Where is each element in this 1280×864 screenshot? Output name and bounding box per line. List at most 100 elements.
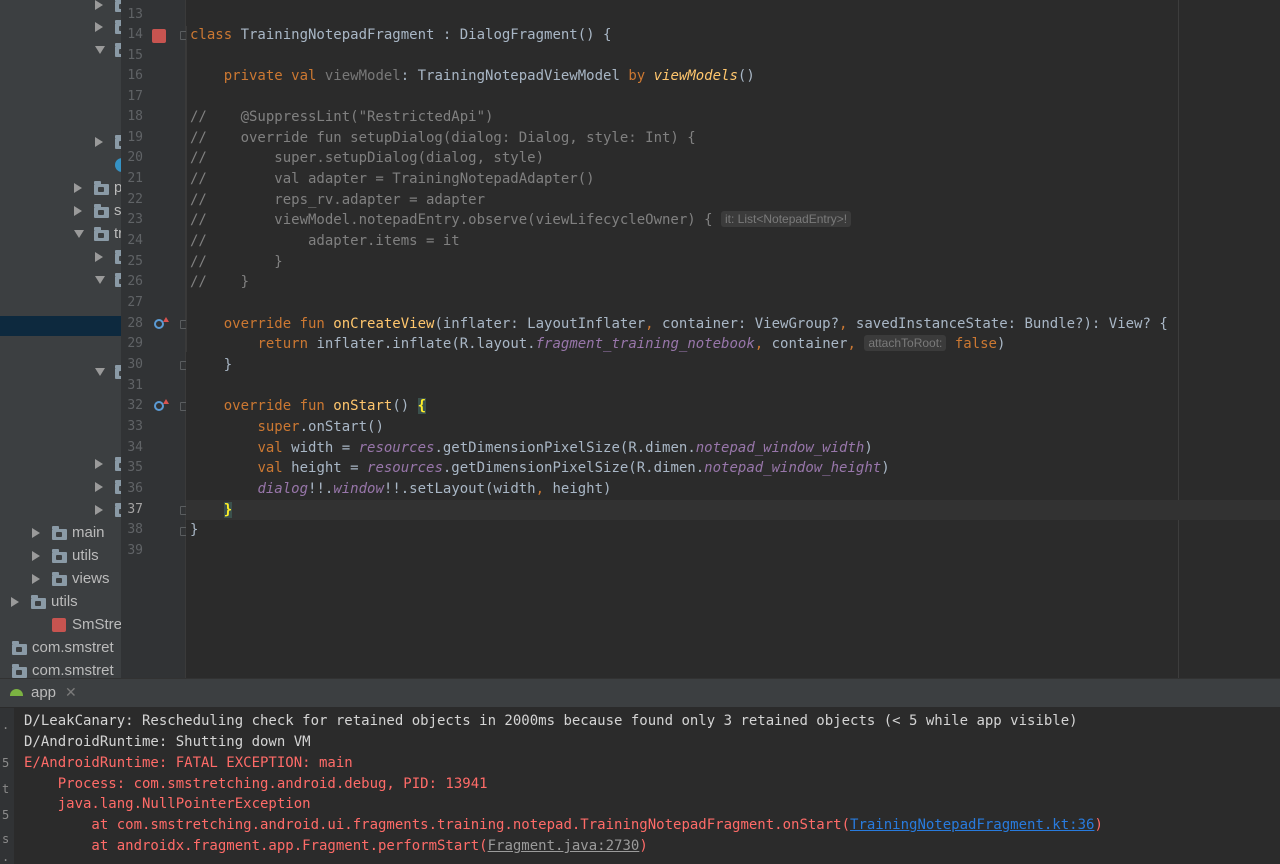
project-tree-item[interactable]: utils — [0, 592, 121, 612]
line-number: 26 — [127, 274, 143, 289]
folder-icon — [12, 664, 27, 678]
logcat-gutter-marker: . — [2, 718, 10, 732]
chevron-down-icon[interactable] — [95, 46, 105, 54]
project-tree-item[interactable]: prog — [0, 178, 121, 198]
override-arrow-icon — [163, 317, 169, 322]
chevron-right-icon[interactable] — [74, 183, 82, 193]
project-tree-item[interactable] — [0, 316, 121, 336]
project-tree-item[interactable]: v — [0, 500, 121, 520]
line-number: 36 — [127, 481, 143, 496]
line-number: 30 — [127, 357, 143, 372]
chevron-down-icon[interactable] — [74, 230, 84, 238]
chevron-right-icon[interactable] — [74, 206, 82, 216]
chevron-right-icon[interactable] — [95, 505, 103, 515]
stacktrace-link-library[interactable]: Fragment.java:2730 — [488, 838, 640, 854]
code-line-30[interactable]: } — [190, 355, 232, 375]
code-line-33[interactable]: super.onStart() — [190, 417, 383, 437]
project-tree-item[interactable] — [0, 109, 121, 129]
chevron-right-icon[interactable] — [95, 22, 103, 32]
project-tree-item[interactable]: p — [0, 0, 121, 15]
code-line-29[interactable]: return inflater.inflate(R.layout.fragmen… — [190, 334, 1005, 354]
code-line-16[interactable]: private val viewModel: TrainingNotepadVi… — [190, 66, 755, 86]
project-tree-item[interactable]: s — [0, 132, 121, 152]
project-tree-item[interactable]: p — [0, 17, 121, 37]
project-tree-item[interactable]: i — [0, 247, 121, 267]
line-number: 32 — [127, 398, 143, 413]
code-line-21[interactable]: // val adapter = TrainingNotepadAdapter(… — [190, 169, 595, 189]
project-tree-label: utils — [72, 547, 99, 564]
project-tree-item[interactable] — [0, 293, 121, 313]
project-tree-item[interactable]: utils — [0, 546, 121, 566]
code-line-28[interactable]: override fun onCreateView(inflater: Layo… — [190, 314, 1168, 334]
chevron-right-icon[interactable] — [95, 137, 103, 147]
editor-gutter: 13 14 15 16 17 18 19 20 21 22 23 24 25 26 27 28 29 30 31 32… — [121, 0, 189, 678]
inlay-hint-attach-to-root: attachToRoot: — [864, 335, 947, 351]
code-line-34[interactable]: val width = resources.getDimensionPixelS… — [190, 438, 872, 458]
code-line-24[interactable]: // adapter.items = it — [190, 231, 460, 251]
project-tree-item[interactable]: n — [0, 270, 121, 290]
project-tree-item[interactable] — [0, 431, 121, 451]
project-tree-item[interactable]: com.smstret — [0, 661, 121, 678]
chevron-down-icon[interactable] — [95, 276, 105, 284]
project-tree-item[interactable]: sigr — [0, 201, 121, 221]
code-line-32[interactable]: override fun onStart() { — [190, 396, 427, 416]
project-tree-item[interactable]: s — [0, 40, 121, 60]
code-line-25[interactable]: // } — [190, 252, 283, 272]
project-tree-item[interactable] — [0, 63, 121, 83]
project-tree-item[interactable]: p — [0, 362, 121, 382]
line-number: 20 — [127, 150, 143, 165]
code-editor[interactable]: class TrainingNotepadFragment : DialogFr… — [186, 0, 1280, 678]
code-line-19[interactable]: // override fun setupDialog(dialog: Dial… — [190, 128, 696, 148]
folder-icon — [52, 549, 67, 563]
project-tree-item[interactable] — [0, 86, 121, 106]
chevron-right-icon[interactable] — [95, 482, 103, 492]
inlay-hint-it-type: it: List<NotepadEntry>! — [721, 211, 852, 227]
project-tree-item[interactable]: views — [0, 569, 121, 589]
logcat-gutter-marker: . — [2, 850, 10, 864]
log-line-error: at androidx.fragment.app.Fragment.perfor… — [24, 838, 648, 854]
project-tree-item[interactable]: trai — [0, 224, 121, 244]
project-tree-item[interactable]: main — [0, 523, 121, 543]
project-tree-item[interactable]: com.smstret — [0, 638, 121, 658]
line-number: 14 — [127, 27, 143, 42]
project-tree-item[interactable] — [0, 339, 121, 359]
logcat-gutter-marker: 5 — [2, 808, 10, 822]
code-line-36[interactable]: dialog!!.window!!.setLayout(width, heigh… — [190, 479, 611, 499]
code-line-20[interactable]: // super.setupDialog(dialog, style) — [190, 148, 544, 168]
project-tree-item[interactable]: SmStretc — [0, 615, 121, 635]
chevron-right-icon[interactable] — [32, 574, 40, 584]
project-tree-item[interactable]: s — [0, 477, 121, 497]
project-tree-item[interactable] — [0, 408, 121, 428]
code-line-14[interactable]: class TrainingNotepadFragment : DialogFr… — [190, 25, 611, 45]
logcat-output[interactable]: . 5 t 5 s. D/LeakCanary: Rescheduling check … — [0, 708, 1280, 864]
chevron-right-icon[interactable] — [11, 597, 19, 607]
chevron-right-icon[interactable] — [95, 252, 103, 262]
chevron-down-icon[interactable] — [95, 368, 105, 376]
code-line-35[interactable]: val height = resources.getDimensionPixel… — [190, 458, 889, 478]
chevron-right-icon[interactable] — [32, 551, 40, 561]
code-line-26[interactable]: // } — [190, 272, 249, 292]
project-tree-item[interactable]: s — [0, 454, 121, 474]
chevron-right-icon[interactable] — [32, 528, 40, 538]
code-line-23[interactable]: // viewModel.notepadEntry.observe(viewLi… — [190, 210, 852, 230]
tab-app[interactable]: app — [31, 684, 56, 701]
code-line-38[interactable]: } — [190, 520, 198, 540]
indent-guide — [186, 26, 187, 352]
android-icon — [10, 689, 23, 696]
kotlin-class-gutter-icon[interactable] — [152, 29, 166, 43]
line-number: 37 — [127, 502, 143, 517]
line-number: 31 — [127, 378, 143, 393]
stacktrace-link[interactable]: TrainingNotepadFragment.kt:36 — [850, 817, 1094, 833]
project-tree-label: SmStretc — [72, 616, 121, 633]
log-line: D/LeakCanary: Rescheduling check for ret… — [24, 713, 1078, 729]
chevron-right-icon[interactable] — [95, 0, 103, 10]
project-tree-label: main — [72, 524, 105, 541]
code-line-37-current[interactable]: } — [186, 500, 1280, 520]
code-line-22[interactable]: // reps_rv.adapter = adapter — [190, 190, 485, 210]
chevron-right-icon[interactable] — [95, 459, 103, 469]
line-number: 28 — [127, 316, 143, 331]
project-tree-item[interactable] — [0, 385, 121, 405]
close-icon[interactable]: ✕ — [65, 684, 77, 701]
code-line-18[interactable]: // @SuppressLint("RestrictedApi") — [190, 107, 493, 127]
project-tree-item[interactable]: B — [0, 155, 121, 175]
